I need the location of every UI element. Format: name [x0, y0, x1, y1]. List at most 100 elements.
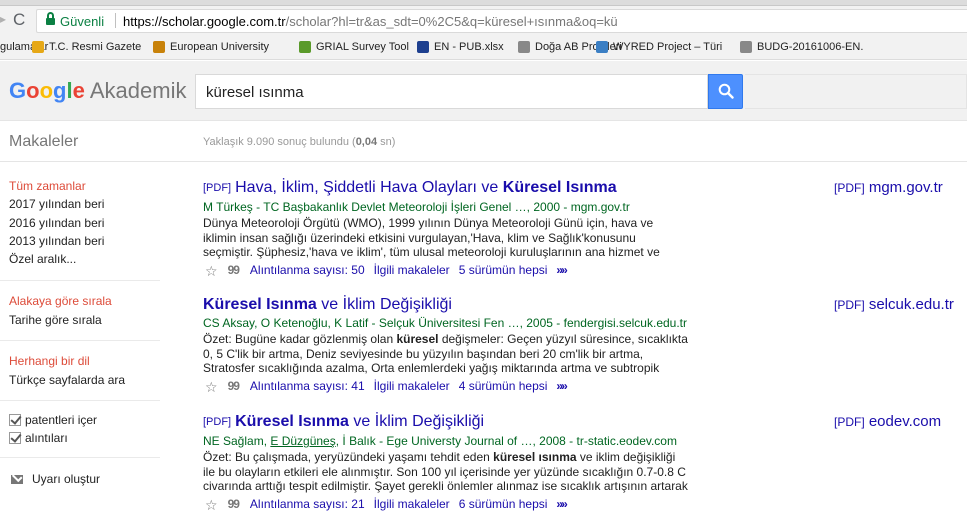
result-snippet: Özet: Bugüne kadar gözlenmiş olan kürese…	[203, 332, 688, 375]
bookmark-item[interactable]: BUDG-20161006-EN.	[740, 41, 863, 53]
filter-since-2017[interactable]: 2017 yılından beri	[9, 197, 104, 211]
stats-time: 0,04	[355, 136, 378, 148]
lang-any[interactable]: Herhangi bir dil	[9, 354, 90, 368]
reload-icon[interactable]: C	[13, 11, 25, 28]
more-options-icon[interactable]: »»	[556, 379, 567, 394]
lock-icon	[46, 12, 55, 26]
author-text: NE Sağlam,	[203, 434, 271, 448]
bookmarks-bar: gulamalar T.C. Resmi Gazete European Unive…	[0, 36, 967, 60]
subheader: Makaleler Yaklaşık 9.090 sonuç bulundu (…	[0, 122, 967, 162]
bookmark-item[interactable]: T.C. Resmi Gazete	[32, 41, 141, 53]
logo-google: Google	[9, 78, 85, 103]
include-citations-checkbox[interactable]: alıntıları	[9, 431, 68, 445]
pdf-source-link[interactable]: [PDF] selcuk.edu.tr	[834, 296, 954, 313]
filter-since-2013[interactable]: 2013 yılından beri	[9, 234, 104, 248]
author-text: , İ Balık - Ege Universty Journal of …, …	[335, 434, 677, 448]
include-citations-label: alıntıları	[25, 431, 68, 445]
author-profile-link[interactable]: E Düzgüneş	[270, 434, 335, 448]
all-versions-link[interactable]: 6 sürümün hepsi	[459, 497, 548, 512]
sort-by-date[interactable]: Tarihe göre sırala	[9, 313, 102, 327]
url-host: https://scholar.google.com.tr	[123, 14, 286, 29]
related-articles-link[interactable]: İlgili makaleler	[374, 497, 450, 512]
result-actions: ☆ 99 Alıntılanma sayısı: 50 İlgili makalele…	[203, 263, 803, 278]
all-versions-link[interactable]: 4 sürümün hepsi	[459, 379, 548, 394]
university-icon	[153, 41, 165, 53]
forward-icon[interactable]: ▸	[0, 12, 6, 26]
search-button[interactable]	[708, 74, 743, 109]
bookmark-item[interactable]: GRIAL Survey Tool	[299, 41, 409, 53]
cite-icon[interactable]: 99	[228, 263, 240, 278]
search-icon	[718, 83, 734, 99]
create-alert-link[interactable]: Uyarı oluştur	[11, 472, 100, 486]
result-authors: CS Aksay, O Ketenoğlu, K Latif - Selçuk …	[203, 316, 688, 330]
cited-by-link[interactable]: Alıntılanma sayısı: 21	[250, 497, 365, 512]
title-text: ve İklim Değişikliği	[348, 413, 485, 430]
snippet-keyword: küresel	[396, 332, 439, 346]
bookmark-label: European University	[170, 41, 270, 53]
result-snippet: Dünya Meteoroloji Örgütü (WMO), 1999 yıl…	[203, 216, 660, 260]
cited-by-link[interactable]: Alıntılanma sayısı: 41	[250, 379, 365, 394]
pdf-source-link[interactable]: [PDF] mgm.gov.tr	[834, 179, 943, 196]
bird-icon	[596, 41, 608, 53]
url-field[interactable]: Güvenli https://scholar.google.com.tr/sc…	[36, 9, 967, 33]
save-star-icon[interactable]: ☆	[205, 498, 218, 512]
bookmark-item[interactable]: WYRED Project – Türi	[596, 41, 722, 53]
filter-since-2016[interactable]: 2016 yılından beri	[9, 216, 104, 230]
result-authors: M Türkeş - TC Başbakanlık Devlet Meteoro…	[203, 200, 630, 214]
stats-prefix: Yaklaşık 9.090 sonuç bulundu (	[203, 136, 356, 148]
url-path: /scholar?hl=tr&as_sdt=0%2C5&q=küresel+ıs…	[285, 14, 618, 29]
checkbox-checked-icon	[9, 432, 21, 444]
lang-turkish[interactable]: Türkçe sayfalarda ara	[9, 373, 125, 387]
related-articles-link[interactable]: İlgili makaleler	[374, 263, 450, 278]
bookmark-label: EN - PUB.xlsx	[434, 41, 504, 53]
bookmark-item[interactable]: EN - PUB.xlsx	[417, 41, 504, 53]
browser-window: ▸ C Güvenli https://scholar.google.com.t…	[0, 0, 967, 518]
header-filler	[745, 74, 967, 109]
result-actions: ☆ 99 Alıntılanma sayısı: 21 İlgili makalele…	[203, 497, 803, 512]
url-separator	[115, 13, 116, 28]
sort-by-relevance[interactable]: Alakaya göre sırala	[9, 294, 112, 308]
sidebar-divider	[0, 280, 160, 281]
cite-icon[interactable]: 99	[228, 497, 240, 512]
title-text: ve İklim Değişikliği	[316, 296, 452, 313]
search-result: [PDF] Küresel Isınma ve İklim Değişikliği…	[203, 412, 803, 512]
eu-flag-icon	[417, 41, 429, 53]
filter-any-time[interactable]: Tüm zamanlar	[9, 179, 86, 193]
section-title[interactable]: Makaleler	[9, 133, 78, 151]
related-articles-link[interactable]: İlgili makaleler	[374, 379, 450, 394]
cite-icon[interactable]: 99	[228, 379, 240, 394]
result-actions: ☆ 99 Alıntılanma sayısı: 41 İlgili makalele…	[203, 379, 803, 394]
pdf-domain: mgm.gov.tr	[868, 179, 943, 196]
save-star-icon[interactable]: ☆	[205, 264, 218, 278]
sidebar-divider	[0, 457, 160, 458]
title-keyword: Küresel Isınma	[502, 179, 617, 196]
bookmark-label: T.C. Resmi Gazete	[49, 41, 142, 53]
search-result: Küresel Isınma ve İklim Değişikliği CS Ak…	[203, 295, 803, 394]
url-text[interactable]: https://scholar.google.com.tr/scholar?hl…	[123, 14, 618, 29]
title-keyword: Küresel Isınma	[235, 413, 349, 430]
page-icon	[518, 41, 530, 53]
search-input[interactable]	[206, 82, 686, 102]
sidebar-divider	[0, 340, 160, 341]
more-options-icon[interactable]: »»	[556, 497, 567, 512]
scholar-header: Google Akademik	[0, 61, 967, 121]
result-title-link[interactable]: Küresel Isınma ve İklim Değişikliği	[203, 295, 803, 314]
leaf-icon	[299, 41, 311, 53]
result-snippet: Özet: Bu çalışmada, yeryüzündeki yaşamı …	[203, 450, 688, 493]
pdf-tag: [PDF]	[203, 182, 232, 194]
save-star-icon[interactable]: ☆	[205, 380, 218, 394]
secure-label: Güvenli	[60, 14, 105, 29]
all-versions-link[interactable]: 5 sürümün hepsi	[459, 263, 548, 278]
include-patents-checkbox[interactable]: patentleri içer	[9, 413, 97, 427]
bookmark-item[interactable]: European University	[153, 41, 269, 53]
result-title-link[interactable]: [PDF] Küresel Isınma ve İklim Değişikliği	[203, 412, 803, 432]
cited-by-link[interactable]: Alıntılanma sayısı: 50	[250, 263, 365, 278]
google-scholar-logo[interactable]: Google Akademik	[9, 78, 186, 104]
filter-custom-range[interactable]: Özel aralık...	[9, 252, 76, 266]
result-title-link[interactable]: [PDF] Hava, İklim, Şiddetli Hava Olayları…	[203, 178, 803, 198]
pdf-domain: eodev.com	[868, 413, 942, 430]
pdf-source-link[interactable]: [PDF] eodev.com	[834, 413, 941, 430]
more-options-icon[interactable]: »»	[556, 263, 567, 278]
bookmark-label: WYRED Project – Türi	[613, 41, 723, 53]
envelope-icon	[11, 475, 23, 484]
